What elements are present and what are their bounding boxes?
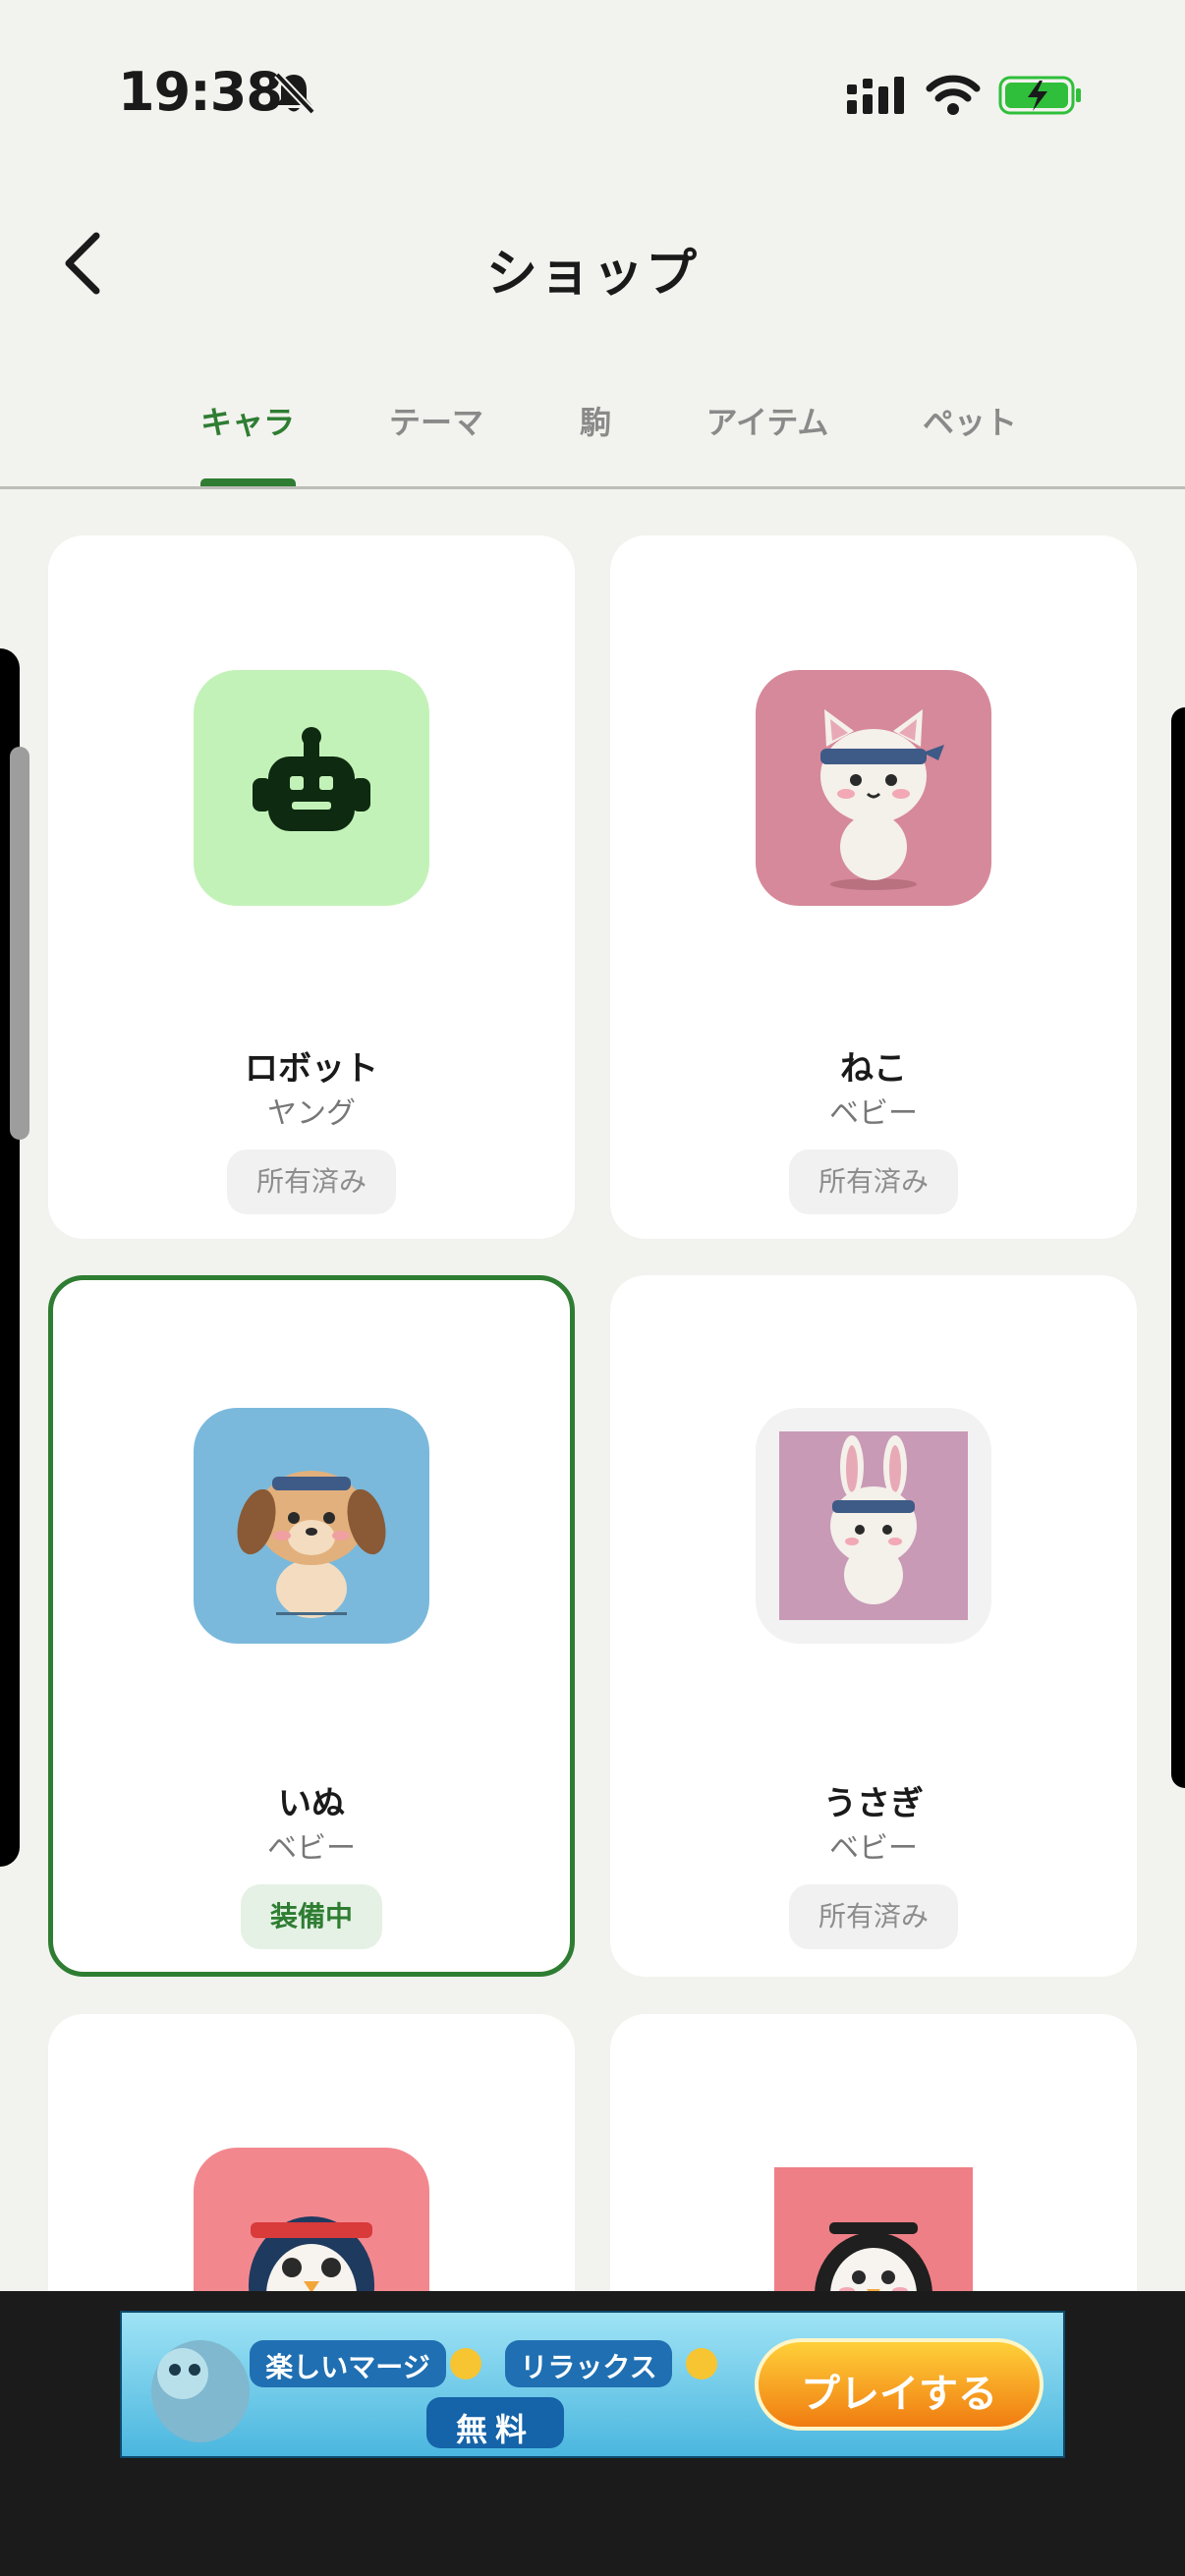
- scrollbar[interactable]: [10, 747, 29, 1140]
- character-name: いぬ: [278, 1784, 345, 1823]
- cat-icon: [820, 709, 944, 890]
- rabbit-icon: [830, 1435, 917, 1604]
- character-name: ねこ: [840, 1049, 907, 1089]
- owned-badge: 所有済み: [788, 1884, 959, 1949]
- character-rank: ベビー: [829, 1096, 918, 1131]
- wifi-icon: [926, 75, 981, 115]
- equipped-badge: 装備中: [240, 1884, 383, 1949]
- tab-piece[interactable]: 駒: [580, 398, 611, 443]
- tab-item[interactable]: アイテム: [706, 398, 829, 443]
- character-thumbnail: [194, 670, 429, 906]
- character-thumbnail: [756, 670, 991, 906]
- character-thumbnail: [194, 2148, 429, 2291]
- character-rank: ベビー: [267, 1831, 356, 1866]
- ad-play-button[interactable]: プレイする: [757, 2362, 1042, 2419]
- character-card-penguin[interactable]: [48, 2014, 575, 2291]
- character-rank: ベビー: [829, 1831, 918, 1866]
- cellular-signal-icon: [847, 77, 904, 114]
- character-grid[interactable]: ロボット ヤング 所有済み ねこ ベビー 所有済み いぬ ベビー 装備中 うさぎ…: [0, 489, 1185, 2291]
- tab-chara[interactable]: キャラ: [200, 398, 295, 443]
- ad-text-free: 無料: [455, 2411, 535, 2448]
- character-thumbnail: [756, 1408, 991, 1644]
- bell-muted-icon: [274, 72, 315, 115]
- character-card-rabbit[interactable]: うさぎ ベビー 所有済み: [610, 1275, 1137, 1977]
- category-tabs: キャラ テーマ 駒 アイテム ペット: [0, 378, 1185, 488]
- character-card-robot[interactable]: ロボット ヤング 所有済み: [48, 535, 575, 1239]
- character-rank: ヤング: [267, 1096, 356, 1131]
- character-name: うさぎ: [823, 1784, 924, 1823]
- battery-charging-icon: [998, 76, 1081, 115]
- character-card-bird[interactable]: [610, 2014, 1137, 2291]
- dog-icon: [237, 1471, 386, 1618]
- penguin-icon: [249, 2216, 374, 2291]
- robot-icon: [253, 727, 370, 831]
- ad-banner[interactable]: 楽しいマージ リラックス 無料 プレイする: [120, 2311, 1065, 2458]
- character-card-cat[interactable]: ねこ ベビー 所有済み: [610, 535, 1137, 1239]
- bird-icon: [815, 2222, 932, 2291]
- screen-edge-right: [1171, 707, 1185, 1788]
- page-title: ショップ: [485, 245, 699, 304]
- character-card-dog[interactable]: いぬ ベビー 装備中: [48, 1275, 575, 1977]
- tab-pet[interactable]: ペット: [923, 398, 1017, 443]
- ad-text-relax: リラックス: [520, 2351, 657, 2383]
- character-thumbnail: [194, 1408, 429, 1644]
- status-bar: 19:38: [0, 0, 1185, 187]
- status-time: 19:38: [118, 61, 283, 123]
- owned-badge: 所有済み: [226, 1149, 397, 1214]
- ad-text-merge: 楽しいマージ: [265, 2351, 430, 2383]
- owned-badge: 所有済み: [788, 1149, 959, 1214]
- character-thumbnail: [774, 2167, 973, 2291]
- character-name: ロボット: [245, 1049, 378, 1089]
- tab-theme[interactable]: テーマ: [389, 398, 483, 443]
